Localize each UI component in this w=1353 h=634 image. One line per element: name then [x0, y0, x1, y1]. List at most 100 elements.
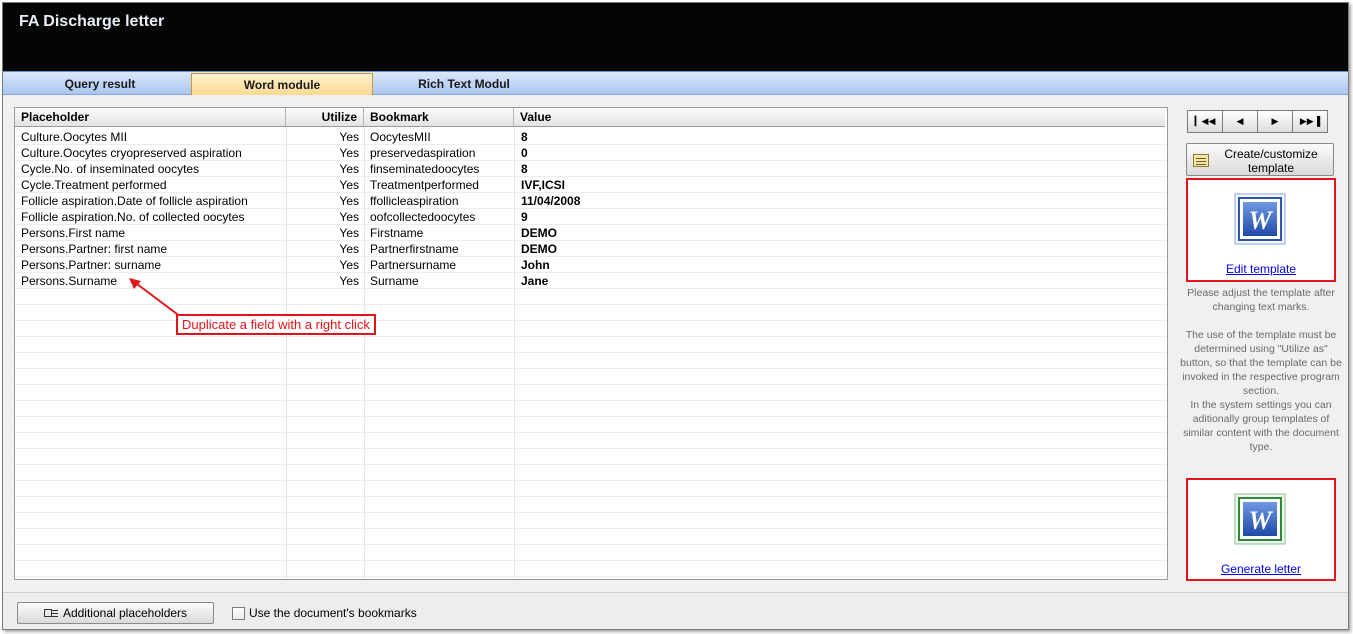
cell-value: 9	[521, 210, 528, 224]
column-header-placeholder[interactable]: Placeholder	[15, 108, 286, 127]
svg-text:W: W	[1248, 506, 1273, 535]
table-row[interactable]: Cycle.No. of inseminated oocytes Yes fin…	[15, 161, 1167, 177]
cell-utilize: Yes	[339, 210, 359, 224]
column-header-utilize[interactable]: Utilize	[286, 108, 364, 127]
additional-placeholders-button[interactable]: Additional placeholders	[17, 602, 214, 624]
cell-utilize: Yes	[339, 242, 359, 256]
cell-bookmark: Partnersurname	[370, 258, 457, 272]
cell-placeholder: Culture.Oocytes cryopreserved aspiration	[21, 146, 242, 160]
tab-rich-text-modul[interactable]: Rich Text Modul	[373, 73, 555, 95]
table-row[interactable]: Culture.Oocytes cryopreserved aspiration…	[15, 145, 1167, 161]
svg-text:W: W	[1248, 206, 1273, 235]
grid-row-line	[15, 480, 1167, 481]
additional-placeholders-label: Additional placeholders	[62, 606, 188, 620]
grid-row-line	[15, 528, 1167, 529]
cell-placeholder: Follicle aspiration.Date of follicle asp…	[21, 194, 248, 208]
cell-bookmark: preservedaspiration	[370, 146, 476, 160]
cell-value: 0	[521, 146, 528, 160]
table-row[interactable]: Persons.Partner: first name Yes Partnerf…	[15, 241, 1167, 257]
record-navigation: ▎◀◀ ◀ ▶ ▶▶▐	[1187, 110, 1328, 133]
previous-record-button[interactable]: ◀	[1222, 110, 1258, 133]
next-record-icon: ▶	[1271, 116, 1279, 126]
cell-placeholder: Culture.Oocytes MII	[21, 130, 128, 144]
bookmarks-checkbox[interactable]	[232, 607, 245, 620]
last-record-button[interactable]: ▶▶▐	[1292, 110, 1328, 133]
cell-bookmark: finseminatedoocytes	[370, 162, 480, 176]
cell-value: 8	[521, 130, 528, 144]
grid-row-line	[15, 464, 1167, 465]
placeholder-list-icon	[43, 608, 58, 619]
tab-word-module[interactable]: Word module	[191, 73, 373, 95]
table-row[interactable]: Cycle.Treatment performed Yes Treatmentp…	[15, 177, 1167, 193]
cell-value: Jane	[521, 274, 549, 288]
grid-row-line	[15, 416, 1167, 417]
cell-placeholder: Cycle.Treatment performed	[21, 178, 167, 192]
grid-row-line	[15, 496, 1167, 497]
tab-bar: Query result Word module Rich Text Modul	[3, 71, 1348, 95]
cell-utilize: Yes	[339, 178, 359, 192]
generate-letter-box: W Generate letter	[1186, 478, 1336, 581]
cell-bookmark: Treatmentperformed	[370, 178, 479, 192]
create-template-label: Create/customize template	[1224, 147, 1318, 175]
cell-placeholder: Cycle.No. of inseminated oocytes	[21, 162, 200, 176]
first-record-icon: ▎◀◀	[1194, 116, 1216, 126]
microsoft-word-icon[interactable]: W	[1232, 191, 1288, 247]
table-row[interactable]: Follicle aspiration.No. of collected ooc…	[15, 209, 1167, 225]
grid-row-line	[15, 544, 1167, 545]
cell-bookmark: Firstname	[370, 226, 424, 240]
tab-query-result[interactable]: Query result	[9, 73, 191, 95]
grid-row-line	[15, 368, 1167, 369]
annotation-callout: Duplicate a field with a right click	[176, 314, 376, 335]
edit-template-link[interactable]: Edit template	[1188, 262, 1334, 276]
cell-value: 8	[521, 162, 528, 176]
grid-row-line	[15, 560, 1167, 561]
first-record-button[interactable]: ▎◀◀	[1187, 110, 1223, 133]
cell-bookmark: OocytesMII	[370, 130, 431, 144]
cell-value: John	[521, 258, 550, 272]
table-row[interactable]: Persons.First name Yes Firstname DEMO	[15, 225, 1167, 241]
cell-value: DEMO	[521, 226, 557, 240]
column-header-value[interactable]: Value	[514, 108, 1165, 127]
cell-utilize: Yes	[339, 146, 359, 160]
cell-utilize: Yes	[339, 226, 359, 240]
main-window: FA Discharge letter Query result Word mo…	[2, 2, 1349, 630]
template-help-text: Please adjust the template after changin…	[1180, 287, 1342, 453]
cell-utilize: Yes	[339, 162, 359, 176]
cell-value: IVF,ICSI	[521, 178, 566, 192]
create-customize-template-button[interactable]: Create/customize template	[1186, 143, 1334, 176]
grid-row-line	[15, 512, 1167, 513]
cell-utilize: Yes	[339, 130, 359, 144]
cell-placeholder: Persons.Partner: first name	[21, 242, 168, 256]
cell-placeholder: Persons.First name	[21, 226, 126, 240]
column-header-bookmark[interactable]: Bookmark	[364, 108, 514, 127]
next-record-button[interactable]: ▶	[1257, 110, 1293, 133]
cell-placeholder: Follicle aspiration.No. of collected ooc…	[21, 210, 245, 224]
generate-letter-link[interactable]: Generate letter	[1188, 562, 1334, 576]
cell-placeholder: Persons.Partner: surname	[21, 258, 162, 272]
previous-record-icon: ◀	[1236, 116, 1244, 126]
cell-value: DEMO	[521, 242, 557, 256]
table-row[interactable]: Follicle aspiration.Date of follicle asp…	[15, 193, 1167, 209]
grid-row-line	[15, 576, 1167, 577]
cell-utilize: Yes	[339, 258, 359, 272]
grid-row-line	[15, 432, 1167, 433]
edit-template-box: W Edit template	[1186, 178, 1336, 282]
bottom-toolbar: Additional placeholders Use the document…	[3, 592, 1348, 629]
table-row[interactable]: Persons.Partner: surname Yes Partnersurn…	[15, 257, 1167, 273]
grid-row-line	[15, 384, 1167, 385]
title-bar: FA Discharge letter	[3, 3, 1348, 71]
window-title: FA Discharge letter	[19, 13, 165, 30]
microsoft-word-icon[interactable]: W	[1232, 491, 1288, 547]
grid-row-line	[15, 352, 1167, 353]
template-icon	[1193, 154, 1209, 167]
table-row[interactable]: Culture.Oocytes MII Yes OocytesMII 8	[15, 129, 1167, 145]
placeholder-grid[interactable]: Placeholder Utilize Bookmark Value Cultu…	[14, 107, 1168, 580]
last-record-icon: ▶▶▐	[1299, 116, 1321, 126]
grid-header: Placeholder Utilize Bookmark Value	[15, 108, 1165, 127]
cell-bookmark: Partnerfirstname	[370, 242, 459, 256]
cell-utilize: Yes	[339, 194, 359, 208]
bookmarks-checkbox-label[interactable]: Use the document's bookmarks	[249, 606, 417, 620]
grid-row-line	[15, 400, 1167, 401]
cell-bookmark: oofcollectedoocytes	[370, 210, 476, 224]
cell-utilize: Yes	[339, 274, 359, 288]
